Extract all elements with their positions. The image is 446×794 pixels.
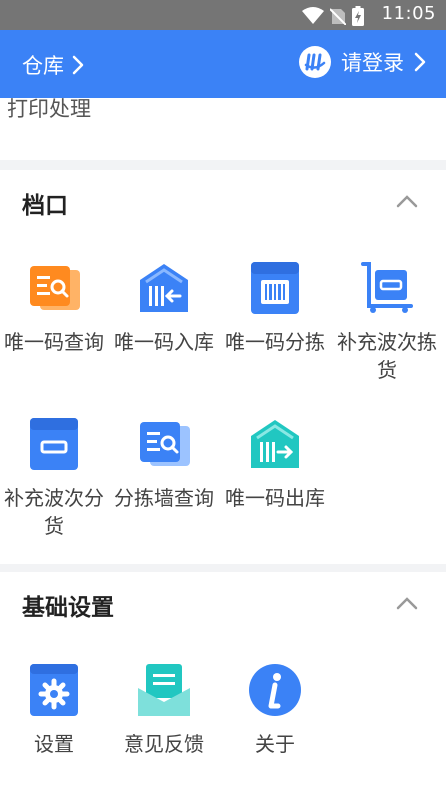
- avatar-icon: [299, 46, 331, 78]
- section-basic-settings: 基础设置 设置 意见反馈 关于: [0, 572, 446, 794]
- section-title: 基础设置: [22, 595, 114, 621]
- section-dangkou: 档口 唯一码查询 唯一码入库 唯一码分拣 补充波次拣货 补充波次分货 分拣墙查询…: [0, 170, 446, 564]
- warehouse-selector[interactable]: 仓库: [22, 50, 84, 80]
- login-label: 请登录: [341, 51, 404, 75]
- status-icons: [302, 6, 364, 26]
- clock: 11:05: [381, 3, 436, 24]
- mail-feedback-icon: [136, 662, 192, 718]
- warehouse-in-icon: [136, 260, 192, 316]
- unique-code-outbound-item[interactable]: 唯一码出库: [221, 416, 329, 512]
- status-bar: 11:05: [0, 0, 446, 30]
- item-label: 唯一码分拣: [225, 330, 325, 354]
- search-doc-blue-icon: [136, 416, 192, 472]
- unique-code-inbound-item[interactable]: 唯一码入库: [110, 260, 218, 356]
- item-label: 意见反馈: [124, 732, 204, 756]
- chevron-right-icon: [72, 55, 84, 75]
- sorting-wall-query-item[interactable]: 分拣墙查询: [110, 416, 218, 512]
- item-label: 关于: [255, 732, 295, 756]
- feedback-item[interactable]: 意见反馈: [110, 662, 218, 758]
- item-label: 唯一码查询: [4, 330, 104, 354]
- barcode-box-icon: [247, 260, 303, 316]
- search-doc-orange-icon: [26, 260, 82, 316]
- section-title: 档口: [22, 193, 68, 219]
- cart-box-icon: [359, 260, 415, 316]
- box-icon: [26, 416, 82, 472]
- warehouse-out-icon: [247, 416, 303, 472]
- replenish-wave-pick-item[interactable]: 补充波次拣货: [333, 260, 441, 384]
- warehouse-label: 仓库: [22, 54, 64, 78]
- battery-charging-icon: [352, 6, 364, 26]
- gear-icon: [26, 662, 82, 718]
- chevron-right-icon: [414, 52, 426, 72]
- settings-item[interactable]: 设置: [0, 662, 108, 758]
- app-header: 仓库 请登录: [0, 30, 446, 98]
- no-sim-icon: [330, 8, 346, 25]
- chevron-up-icon[interactable]: [396, 596, 418, 610]
- chevron-up-icon[interactable]: [396, 194, 418, 208]
- item-label: 补充波次拣货: [337, 330, 437, 382]
- info-icon: [247, 662, 303, 718]
- item-label: 唯一码出库: [225, 486, 325, 510]
- item-label: 设置: [34, 732, 74, 756]
- item-label: 补充波次分货: [4, 486, 104, 538]
- print-section-title: 打印处理: [7, 98, 91, 121]
- print-section: 打印处理: [0, 98, 446, 160]
- unique-code-query-item[interactable]: 唯一码查询: [0, 260, 108, 356]
- login-button[interactable]: 请登录: [299, 46, 426, 78]
- item-label: 唯一码入库: [114, 330, 214, 354]
- wifi-icon: [302, 7, 324, 24]
- replenish-wave-distribute-item[interactable]: 补充波次分货: [0, 416, 108, 540]
- about-item[interactable]: 关于: [221, 662, 329, 758]
- item-label: 分拣墙查询: [114, 486, 214, 510]
- unique-code-sort-item[interactable]: 唯一码分拣: [221, 260, 329, 356]
